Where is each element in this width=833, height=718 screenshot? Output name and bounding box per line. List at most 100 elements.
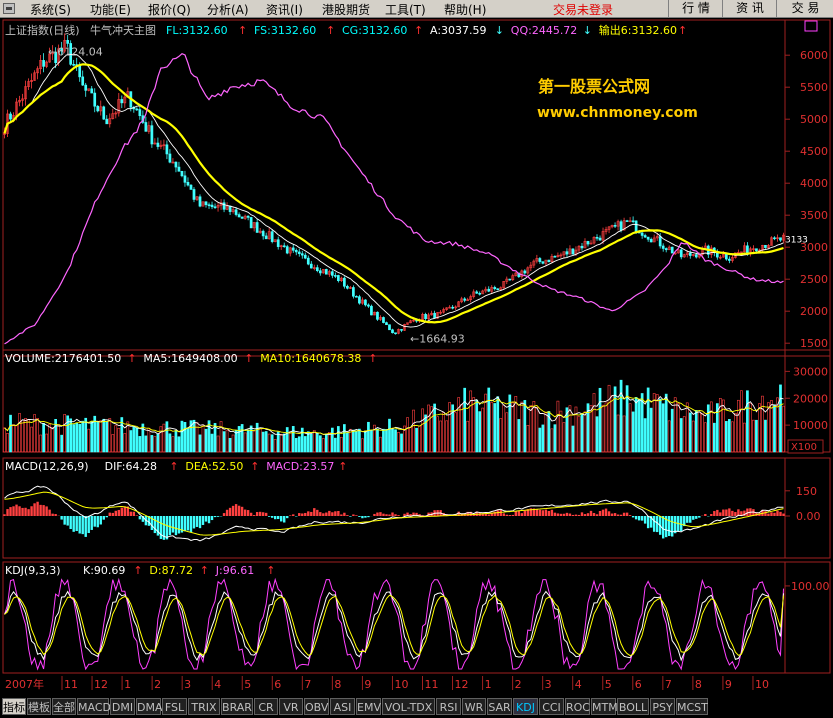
- candle-body: [598, 237, 602, 241]
- volume-bar: [571, 425, 575, 453]
- volume-bar: [219, 421, 223, 453]
- volume-bar: [343, 424, 346, 453]
- candle-body: [234, 209, 238, 215]
- volume-bar: [394, 429, 397, 453]
- volume-bar: [165, 421, 169, 453]
- tab-全部[interactable]: 全部: [52, 698, 76, 715]
- candle-body: [303, 254, 307, 259]
- annotation-low: ←1664.93: [410, 333, 465, 346]
- volume-bar: [138, 436, 142, 453]
- tab-asi[interactable]: ASI: [330, 698, 355, 715]
- window-menu-icon[interactable]: [3, 3, 15, 14]
- tab-sar[interactable]: SAR: [487, 698, 512, 715]
- menu-item-info[interactable]: 资讯(I): [266, 1, 303, 18]
- tab-obv[interactable]: OBV: [304, 698, 329, 715]
- volume-bar: [174, 430, 178, 453]
- candle-body: [198, 196, 202, 207]
- volume-bar: [96, 420, 100, 453]
- volume-legend-arrow-1: ↑: [244, 352, 253, 365]
- volume-bar: [162, 423, 166, 453]
- candle-body: [330, 271, 334, 276]
- tab-vol-tdx[interactable]: VOL-TDX: [382, 698, 435, 715]
- volume-bar: [436, 416, 439, 453]
- panel-config-icon[interactable]: [804, 20, 818, 32]
- tab-psy[interactable]: PSY: [650, 698, 675, 715]
- volume-bar: [484, 393, 488, 453]
- candle-body: [433, 312, 436, 319]
- volume-bar: [276, 431, 280, 453]
- menu-item-help[interactable]: 帮助(H): [444, 1, 486, 18]
- volume-bar: [105, 421, 109, 453]
- tab-info[interactable]: 资 讯: [722, 0, 777, 17]
- volume-bar: [610, 395, 614, 453]
- candle-body: [333, 275, 337, 277]
- candle-body: [156, 142, 160, 147]
- candle-body: [376, 311, 379, 320]
- tab-trade[interactable]: 交 易: [776, 0, 833, 17]
- volume-legend-arrow-0: ↑: [127, 352, 136, 365]
- tab-指标[interactable]: 指标: [2, 698, 26, 715]
- volume-bar: [367, 421, 370, 453]
- volume-bar: [39, 434, 42, 453]
- price-legend-arrow-3: ↓: [495, 24, 504, 37]
- menu-item-quote[interactable]: 报价(Q): [148, 1, 191, 18]
- tab-vr[interactable]: VR: [279, 698, 303, 715]
- tab-cr[interactable]: CR: [254, 698, 278, 715]
- candle-body: [538, 258, 542, 262]
- kdj-legend-0: KDJ(9,3,3): [5, 564, 61, 577]
- candle-body: [646, 236, 650, 240]
- volume-bar: [562, 422, 566, 453]
- tab-rsi[interactable]: RSI: [436, 698, 461, 715]
- tab-模板[interactable]: 模板: [27, 698, 51, 715]
- volume-bar: [764, 419, 767, 453]
- menu-item-hk-futures[interactable]: 港股期货: [322, 1, 370, 18]
- volume-bar: [604, 402, 608, 453]
- volume-bar: [391, 428, 394, 453]
- tab-dmi[interactable]: DMI: [110, 698, 135, 715]
- volume-bar: [544, 411, 548, 453]
- tab-quote[interactable]: 行 情: [668, 0, 723, 17]
- chart-area[interactable]: ←6124.04 ←1664.93 1500 2000 2500 3000 3500 400…: [0, 18, 833, 694]
- candle-body: [487, 288, 491, 292]
- volume-bar: [111, 434, 115, 453]
- tab-dma[interactable]: DMA: [136, 698, 163, 715]
- menu-item-analysis[interactable]: 分析(A): [207, 1, 249, 18]
- tab-fsl[interactable]: FSL: [162, 698, 187, 715]
- candle-body: [382, 317, 385, 323]
- volume-bar: [261, 431, 265, 453]
- tab-roc[interactable]: ROC: [565, 698, 590, 715]
- volume-bar: [752, 419, 755, 453]
- menu-item-tools[interactable]: 工具(T): [385, 1, 426, 18]
- menu-item-function[interactable]: 功能(E): [90, 1, 131, 18]
- candle-body: [186, 182, 190, 186]
- tab-macd[interactable]: MACD: [77, 698, 111, 715]
- candle-body: [580, 245, 584, 249]
- kdj-j-line: [4, 577, 784, 671]
- tab-boll[interactable]: BOLL: [617, 698, 649, 715]
- tab-trix[interactable]: TRIX: [188, 698, 220, 715]
- volume-bar: [168, 433, 172, 453]
- candle-body: [285, 246, 289, 254]
- tab-kdj[interactable]: KDJ: [513, 698, 538, 715]
- tab-mcst[interactable]: MCST: [676, 698, 708, 715]
- time-label: 9: [364, 678, 371, 691]
- price-tick-label: 6000: [800, 49, 828, 62]
- chart-svg[interactable]: ←6124.04←1664.93 15002000250030003500400…: [0, 18, 833, 694]
- kdj-legend-3: J:96.61: [215, 564, 254, 577]
- candle-body: [240, 216, 244, 219]
- candle-body: [746, 245, 749, 254]
- menu-item-system[interactable]: 系统(S): [30, 1, 71, 18]
- tab-emv[interactable]: EMV: [356, 698, 381, 715]
- candle-body: [688, 252, 692, 256]
- volume-bar: [291, 426, 295, 453]
- tab-cci[interactable]: CCI: [539, 698, 564, 715]
- time-label: 12: [94, 678, 108, 691]
- volume-bar: [460, 403, 464, 453]
- tab-mtm[interactable]: MTM: [591, 698, 618, 715]
- tab-wr[interactable]: WR: [462, 698, 486, 715]
- price-tick-label: 4000: [800, 177, 828, 190]
- volume-bar: [592, 393, 596, 453]
- tab-brar[interactable]: BRAR: [221, 698, 253, 715]
- volume-bar: [649, 407, 653, 453]
- volume-bar: [192, 419, 196, 453]
